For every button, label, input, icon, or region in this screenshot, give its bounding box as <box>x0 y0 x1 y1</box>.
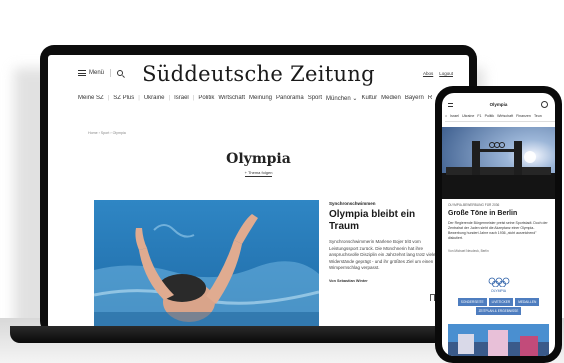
nav-item[interactable]: Medien <box>381 95 401 107</box>
article-headline[interactable]: Olympia bleibt ein Traum <box>329 209 441 233</box>
phone-nav-item[interactable]: Ukraine <box>462 114 474 118</box>
phone-nav-item[interactable]: Finanzen <box>516 114 531 118</box>
phone-teaser: Der Regierende Bürgermeister preist sein… <box>448 221 548 241</box>
phone-screen: Olympia ⌂ Israel Ukraine F1 Politik Wirt… <box>442 93 555 356</box>
nav-divider: | <box>168 95 171 101</box>
laptop-screen: Menü Süddeutsche Zeitung Abos Logout Mei… <box>48 55 469 328</box>
nav-divider: | <box>192 95 195 101</box>
article-teaser[interactable]: Synchronschwimmen Olympia bleibt ein Tra… <box>329 201 441 283</box>
follow-topic-button[interactable]: + Thema folgen <box>48 170 469 177</box>
breadcrumb[interactable]: Home › Sport › Olympia <box>88 131 126 135</box>
nav-item[interactable]: München ⌄ <box>326 95 357 107</box>
auth-links: Abos Logout <box>423 71 453 76</box>
article-text: Synchronschwimmerin Marlene Bojer tritt … <box>329 239 438 271</box>
swimmer-photo <box>94 200 319 327</box>
olympia-label: OLYMPIA <box>490 289 507 293</box>
account-icon[interactable] <box>541 101 548 108</box>
main-nav: Meine SZ | SZ Plus | Ukraine | Israel | Poli… <box>78 95 469 107</box>
phone-author: Von Michael Neudeck, Berlin <box>448 249 489 253</box>
olympia-buttons-row: ZEITPLAN & ERGEBNISSE <box>448 307 549 315</box>
nav-item[interactable]: Politik <box>198 95 214 107</box>
abos-link[interactable]: Abos <box>423 71 433 76</box>
nav-item[interactable]: Meinung <box>249 95 272 107</box>
article-kicker: Synchronschwimmen <box>329 201 376 206</box>
nav-item[interactable]: R <box>428 95 432 107</box>
follow-topic-label: + Thema folgen <box>244 170 273 177</box>
phone-nav: ⌂ Israel Ukraine F1 Politik Wirtschaft F… <box>445 114 555 122</box>
nav-item[interactable]: Wirtschaft <box>218 95 245 107</box>
hero-image[interactable] <box>94 200 319 327</box>
phone-nav-item[interactable]: F1 <box>477 114 481 118</box>
phone-nav-item[interactable]: Politik <box>485 114 495 118</box>
bottom-photo[interactable] <box>448 324 549 356</box>
phone-nav-item[interactable]: Wirtschaft <box>497 114 513 118</box>
zeitplan-button[interactable]: ZEITPLAN & ERGEBNISSE <box>475 307 522 315</box>
phone-nav-item[interactable]: Teun <box>534 114 542 118</box>
nav-divider: | <box>138 95 140 101</box>
site-logo[interactable]: Süddeutsche Zeitung <box>48 62 469 86</box>
stadium-photo[interactable] <box>442 127 555 199</box>
phone-kicker: OLYMPIA-BEWERBUNG FÜR 2036 <box>448 203 500 207</box>
phone-nav-item[interactable]: Israel <box>450 114 459 118</box>
phone-title: Olympia <box>489 102 508 107</box>
phone-headline[interactable]: Große Töne in Berlin <box>448 210 517 217</box>
phone: Olympia ⌂ Israel Ukraine F1 Politik Wirt… <box>435 86 562 363</box>
medaillen-button[interactable]: MEDAILLEN <box>515 298 540 306</box>
nav-item[interactable]: Panorama <box>276 95 304 107</box>
stage: Menü Süddeutsche Zeitung Abos Logout Mei… <box>0 0 564 363</box>
liveticker-button[interactable]: LIVETICKER <box>488 298 514 306</box>
nav-item[interactable]: SZ Plus <box>113 95 134 107</box>
site-header: Menü Süddeutsche Zeitung Abos Logout <box>48 55 469 89</box>
olympic-rings-icon <box>488 277 510 287</box>
nav-divider: | <box>107 95 110 101</box>
page-title: Olympia <box>226 151 291 167</box>
nav-item[interactable]: Bayern <box>405 95 424 107</box>
home-icon[interactable]: ⌂ <box>445 114 447 118</box>
nav-item[interactable]: Kultur <box>361 95 377 107</box>
article-author: Von Sebastian Winter <box>329 278 368 283</box>
nav-item[interactable]: Ukraine <box>144 95 165 107</box>
stadium-image <box>442 127 555 199</box>
crowd-image <box>448 324 549 356</box>
sonderseite-button[interactable]: SONDERSEITE <box>457 298 487 306</box>
nav-item[interactable]: Meine SZ <box>78 95 104 107</box>
olympia-buttons-row: SONDERSEITE LIVETICKER MEDAILLEN <box>448 298 549 306</box>
laptop-base <box>10 326 480 343</box>
nav-item[interactable]: Israel <box>174 95 189 107</box>
laptop: Menü Süddeutsche Zeitung Abos Logout Mei… <box>40 45 477 335</box>
nav-item[interactable]: Sport <box>308 95 322 107</box>
logout-link[interactable]: Logout <box>439 71 453 76</box>
